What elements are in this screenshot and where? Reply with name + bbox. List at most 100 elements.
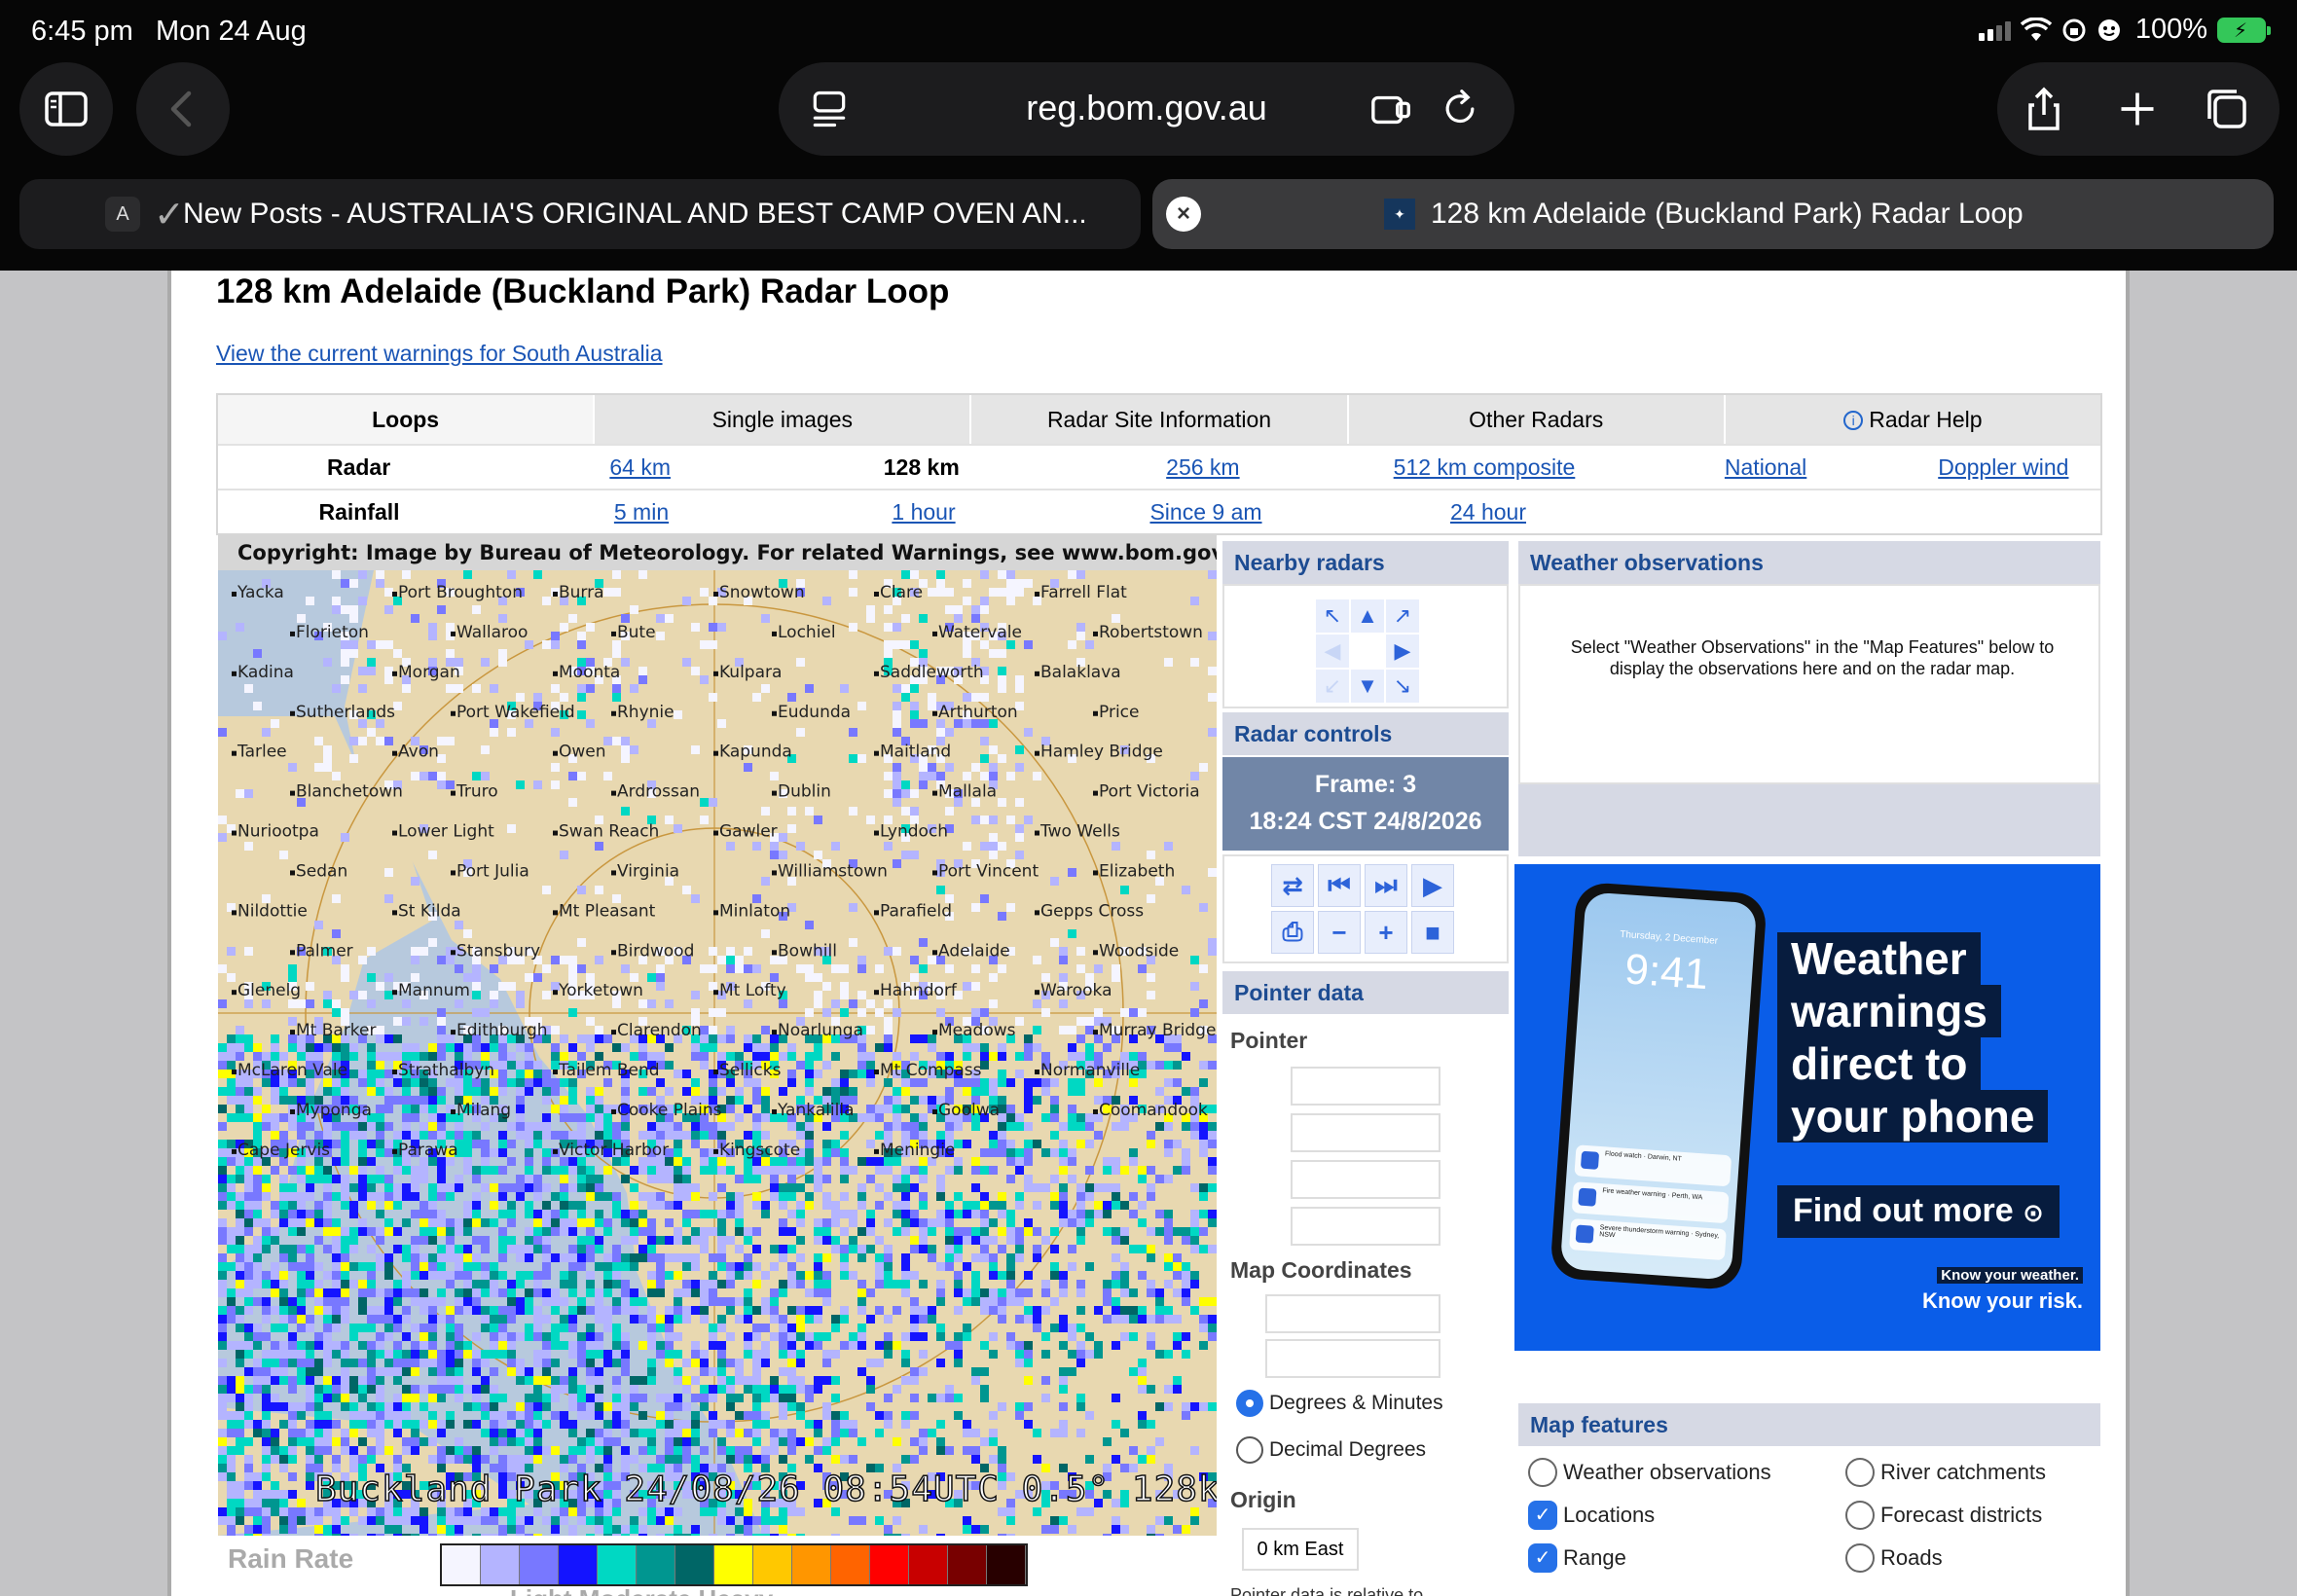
location-label: Kapunda — [719, 743, 792, 762]
location-label: Virginia — [617, 861, 679, 881]
checkbox-forecast-districts[interactable]: Forecast districts — [1845, 1501, 2042, 1530]
toggle-loop-icon[interactable]: ⇄ — [1271, 864, 1314, 907]
rain-rate-swatch — [442, 1545, 481, 1584]
location-label: Tarlee — [237, 743, 287, 762]
checkbox-label: Locations — [1563, 1503, 1656, 1527]
location-label: Murray Bridge — [1099, 1021, 1216, 1040]
radio-degrees-minutes[interactable]: Degrees & Minutes — [1236, 1390, 1443, 1417]
tab-other-radars[interactable]: Other Radars — [1346, 395, 1724, 444]
link-512km-composite[interactable]: 512 km composite — [1343, 446, 1624, 489]
radio-degrees-minutes-label: Degrees & Minutes — [1269, 1392, 1443, 1414]
checkbox-roads[interactable]: Roads — [1845, 1543, 1943, 1573]
arrow-southeast-icon[interactable]: ↘ — [1386, 670, 1419, 703]
back-button[interactable] — [136, 62, 230, 156]
cellular-signal-icon — [1978, 19, 2011, 41]
pointer-label: Pointer — [1230, 1028, 1308, 1053]
location-label: Watervale — [938, 623, 1022, 642]
link-since-9am[interactable]: Since 9 am — [1065, 490, 1347, 533]
current-128km: 128 km — [883, 454, 960, 480]
location-label: Eudunda — [778, 703, 851, 722]
tab-loops[interactable]: Loops — [218, 395, 594, 444]
rain-rate-words: Light Moderate Heavy — [510, 1584, 773, 1596]
checkbox-weather-observations[interactable]: Weather observations — [1528, 1458, 1771, 1487]
ad-headline-4: your phone — [1777, 1090, 2049, 1143]
new-tab-plus-icon[interactable] — [2112, 84, 2163, 134]
location-label: Birdwood — [617, 941, 694, 961]
location-label: Palmer — [296, 941, 353, 961]
arrow-northeast-icon[interactable]: ↗ — [1386, 599, 1419, 633]
step-frame-icon[interactable]: ⏭ — [1365, 864, 1407, 907]
location-label: Price — [1099, 703, 1139, 722]
location-label: Yorketown — [558, 981, 643, 1000]
checkbox-locations[interactable]: ✓ Locations — [1528, 1501, 1655, 1530]
warnings-link[interactable]: View the current warnings for South Aust… — [216, 341, 663, 367]
rain-rate-swatch — [753, 1545, 792, 1584]
link-1hour[interactable]: 1 hour — [783, 490, 1065, 533]
radio-dot — [1236, 1436, 1263, 1464]
find-out-more-button[interactable]: Find out more ⊙ — [1777, 1185, 2060, 1238]
stop-icon[interactable]: ■ — [1411, 911, 1454, 954]
orientation-lock-icon — [2062, 18, 2086, 41]
notification-2: Fire weather warning · Perth, WA — [1571, 1181, 1730, 1224]
rain-rate-swatch — [987, 1545, 1026, 1584]
arrow-north-icon[interactable]: ▲ — [1351, 599, 1384, 633]
tab-overview-icon[interactable] — [2202, 84, 2252, 134]
location-label: Hamley Bridge — [1040, 743, 1163, 762]
radio-decimal-degrees[interactable]: Decimal Degrees — [1236, 1436, 1426, 1464]
checkbox-river-catchments[interactable]: River catchments — [1845, 1458, 2046, 1487]
address-bar[interactable]: reg.bom.gov.au — [779, 62, 1514, 156]
sidebar-toggle-button[interactable] — [19, 62, 113, 156]
link-doppler-wind[interactable]: Doppler wind — [1907, 446, 2100, 489]
link-64km[interactable]: 64 km — [499, 446, 781, 489]
location-label: St Kilda — [398, 901, 461, 921]
radar-image[interactable]: Copyright: Image by Bureau of Meteorolog… — [218, 535, 1217, 1596]
location-label: Strathalbyn — [398, 1061, 494, 1080]
location-label: Maitland — [880, 743, 951, 762]
tab-camp-oven[interactable]: A ✓ New Posts - AUSTRALIA'S ORIGINAL AND… — [19, 179, 1141, 249]
tab-radar-loop[interactable]: × ✦ 128 km Adelaide (Buckland Park) Rada… — [1152, 179, 2274, 249]
print-icon[interactable]: ⎙ — [1271, 911, 1314, 954]
link-national[interactable]: National — [1625, 446, 1907, 489]
rain-rate-swatch — [675, 1545, 714, 1584]
location-label: Port Julia — [456, 861, 529, 881]
arrow-southwest-icon: ↙ — [1316, 670, 1349, 703]
location-label: Mt Pleasant — [559, 901, 656, 921]
checkbox-label: River catchments — [1880, 1460, 2046, 1484]
location-label: Kingscote — [719, 1141, 800, 1160]
location-label: Minlaton — [719, 901, 790, 921]
arrow-south-icon[interactable]: ▼ — [1351, 670, 1384, 703]
arrow-east-icon[interactable]: ▶ — [1386, 635, 1419, 668]
location-label: Nildottie — [237, 901, 308, 921]
close-tab-icon[interactable]: × — [1166, 197, 1201, 232]
arrow-center — [1351, 635, 1384, 668]
reload-icon[interactable] — [1435, 84, 1485, 134]
share-icon[interactable] — [2019, 84, 2069, 134]
phone-screen: Thursday, 2 December 9:41 Flood watch · … — [1559, 891, 1758, 1281]
location-label: Clarendon — [617, 1021, 702, 1040]
weather-obs-panel: Select "Weather Observations" in the "Ma… — [1518, 584, 2100, 784]
link-5min[interactable]: 5 min — [500, 490, 783, 533]
location-label: Yacka — [237, 583, 284, 602]
page-title: 128 km Adelaide (Buckland Park) Radar Lo… — [216, 272, 950, 310]
faster-plus-icon[interactable]: + — [1365, 911, 1407, 954]
extension-icon[interactable] — [1367, 84, 1417, 134]
weather-warnings-ad[interactable]: Thursday, 2 December 9:41 Flood watch · … — [1514, 864, 2100, 1351]
first-frame-icon[interactable]: ⏮ — [1318, 864, 1361, 907]
link-256km[interactable]: 256 km — [1062, 446, 1343, 489]
arrow-northwest-icon[interactable]: ↖ — [1316, 599, 1349, 633]
tab-single-images[interactable]: Single images — [593, 395, 970, 444]
checkbox-label: Roads — [1880, 1545, 1943, 1570]
location-label: Victor Harbor — [559, 1141, 669, 1160]
slower-minus-icon[interactable]: − — [1318, 911, 1361, 954]
pointer-field-2 — [1291, 1113, 1440, 1152]
tab-radar-site-info[interactable]: Radar Site Information — [969, 395, 1347, 444]
phone-illustration: Thursday, 2 December 9:41 Flood watch · … — [1550, 881, 1768, 1291]
pointer-field-3 — [1291, 1160, 1440, 1199]
toolbar-right-group — [1997, 62, 2279, 156]
location-label: Gepps Cross — [1040, 901, 1144, 921]
link-24hour[interactable]: 24 hour — [1347, 490, 1629, 533]
radar-map[interactable]: Yacka Port Broughton Burra Snowtown Clare Far… — [218, 570, 1217, 1536]
play-icon[interactable]: ▶ — [1411, 864, 1454, 907]
tab-radar-help[interactable]: i Radar Help — [1723, 395, 2101, 444]
checkbox-range[interactable]: ✓ Range — [1528, 1543, 1626, 1573]
